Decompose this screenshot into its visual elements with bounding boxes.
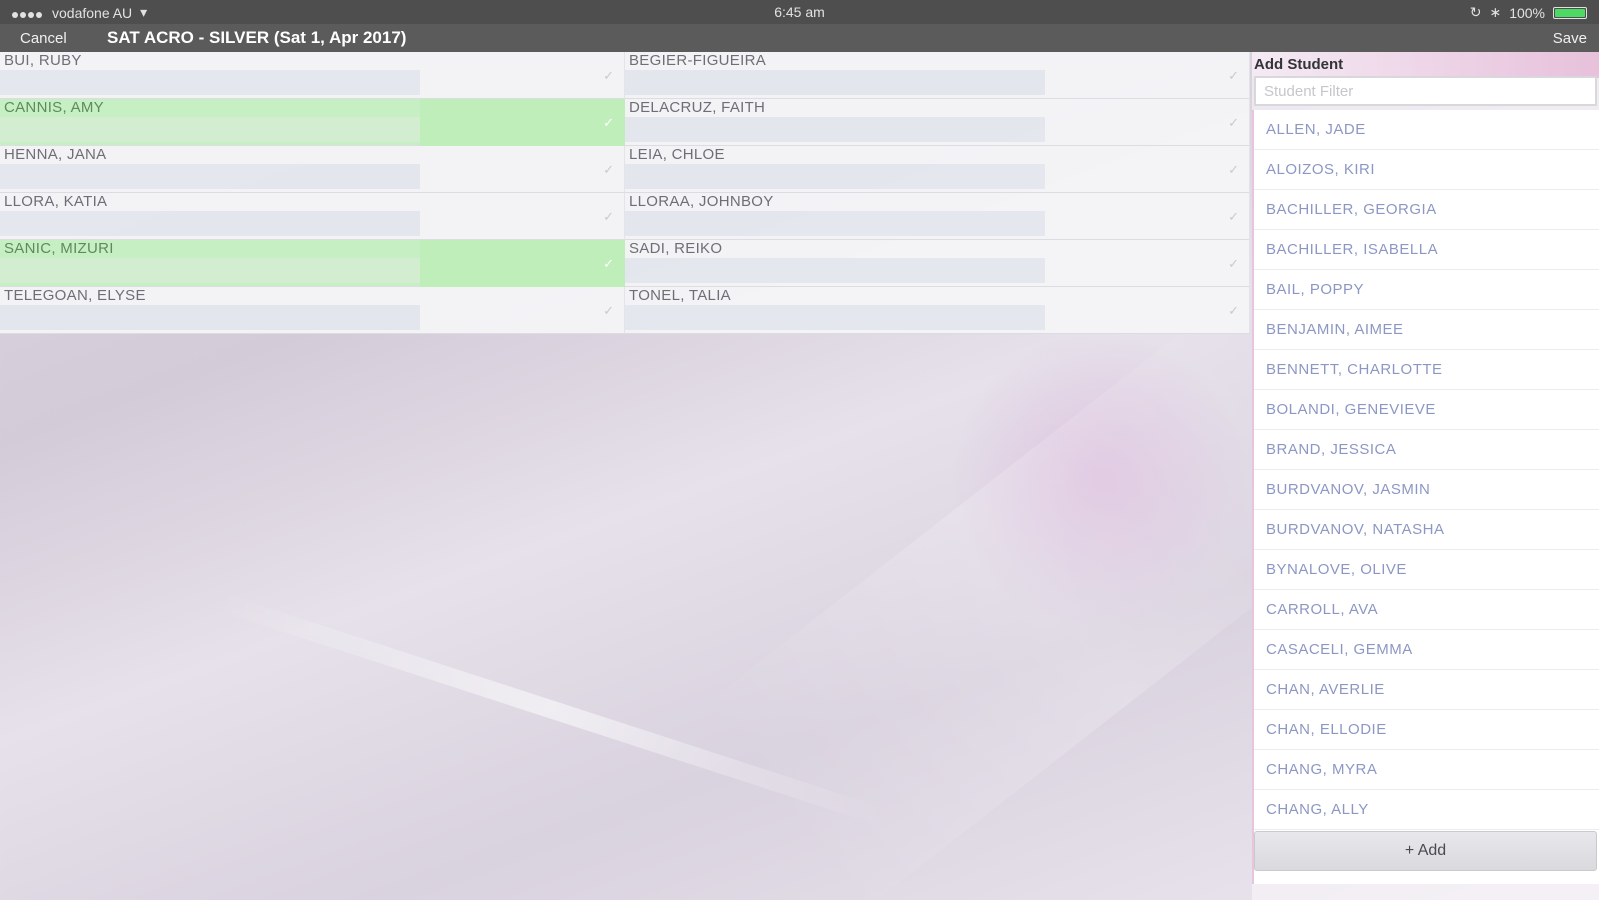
student-row[interactable]: TONEL, TALIA ✓ xyxy=(625,287,1250,334)
student-filter-input[interactable] xyxy=(1254,76,1597,106)
student-row[interactable]: LLORAA, JOHNBOY ✓ xyxy=(625,193,1250,240)
checkmark-icon[interactable]: ✓ xyxy=(1228,303,1239,319)
student-list-item[interactable]: CHANG, ALLY xyxy=(1254,790,1599,830)
student-name: LLORAA, JOHNBOY xyxy=(629,193,774,210)
student-attendance-grid: BUI, RUBY ✓ BEGIER-FIGUEIRA ✓ CANNIS, AMY ✓ DE… xyxy=(0,52,1250,334)
student-name: TELEGOAN, ELYSE xyxy=(4,287,146,304)
student-row[interactable]: BUI, RUBY ✓ xyxy=(0,52,625,99)
student-name: SANIC, MIZURI xyxy=(4,240,114,257)
student-note-field[interactable] xyxy=(0,258,420,283)
student-row[interactable]: LLORA, KATIA ✓ xyxy=(0,193,625,240)
student-name: LLORA, KATIA xyxy=(4,193,108,210)
student-name: HENNA, JANA xyxy=(4,146,107,163)
student-list-item[interactable]: ALOIZOS, KIRI xyxy=(1254,150,1599,190)
student-row[interactable]: LEIA, CHLOE ✓ xyxy=(625,146,1250,193)
rotation-lock-icon: ↻ xyxy=(1469,4,1482,20)
student-row[interactable]: HENNA, JANA ✓ xyxy=(0,146,625,193)
checkmark-icon[interactable]: ✓ xyxy=(1228,162,1239,178)
student-list-item[interactable]: CHANG, MYRA xyxy=(1254,750,1599,790)
student-list-item[interactable]: BAIL, POPPY xyxy=(1254,270,1599,310)
checkmark-icon[interactable]: ✓ xyxy=(603,115,614,131)
student-list-item[interactable]: BYNALOVE, OLIVE xyxy=(1254,550,1599,590)
status-bar: vodafone AU ▾ 6:45 am ↻ ∗ 100% xyxy=(0,0,1599,24)
student-list-item[interactable]: CARROLL, AVA xyxy=(1254,590,1599,630)
bluetooth-icon: ∗ xyxy=(1489,4,1502,20)
student-list-item[interactable]: BENJAMIN, AIMEE xyxy=(1254,310,1599,350)
battery-fill xyxy=(1555,8,1585,17)
student-row[interactable]: SADI, REIKO ✓ xyxy=(625,240,1250,287)
student-list-item[interactable]: CHAN, ELLODIE xyxy=(1254,710,1599,750)
nav-bar: Cancel SAT ACRO - SILVER (Sat 1, Apr 201… xyxy=(0,24,1599,52)
student-note-field[interactable] xyxy=(0,70,420,95)
student-list-item[interactable]: BACHILLER, ISABELLA xyxy=(1254,230,1599,270)
student-list-item[interactable]: ALLEN, JADE xyxy=(1254,110,1599,150)
battery-percent: 100% xyxy=(1509,4,1545,21)
student-name: DELACRUZ, FAITH xyxy=(629,99,766,116)
student-name: BUI, RUBY xyxy=(4,52,82,69)
background-glow xyxy=(950,330,1250,630)
present-highlight xyxy=(420,240,625,287)
student-row[interactable]: SANIC, MIZURI ✓ xyxy=(0,240,625,287)
student-list-item[interactable]: CASACELI, GEMMA xyxy=(1254,630,1599,670)
cancel-button[interactable]: Cancel xyxy=(20,26,67,51)
student-row[interactable]: BEGIER-FIGUEIRA ✓ xyxy=(625,52,1250,99)
student-list-item[interactable]: BURDVANOV, JASMIN xyxy=(1254,470,1599,510)
student-list-item[interactable]: BENNETT, CHARLOTTE xyxy=(1254,350,1599,390)
checkmark-icon[interactable]: ✓ xyxy=(603,256,614,272)
student-note-field[interactable] xyxy=(0,164,420,189)
checkmark-icon[interactable]: ✓ xyxy=(1228,68,1239,84)
add-student-header: Add Student xyxy=(1252,52,1599,78)
checkmark-icon[interactable]: ✓ xyxy=(603,162,614,178)
checkmark-icon[interactable]: ✓ xyxy=(1228,115,1239,131)
student-name: SADI, REIKO xyxy=(629,240,723,257)
student-note-field[interactable] xyxy=(625,164,1045,189)
checkmark-icon[interactable]: ✓ xyxy=(1228,209,1239,225)
add-student-title: Add Student xyxy=(1254,56,1344,73)
student-note-field[interactable] xyxy=(0,305,420,330)
student-list-item[interactable]: BOLANDI, GENEVIEVE xyxy=(1254,390,1599,430)
checkmark-icon[interactable]: ✓ xyxy=(603,209,614,225)
student-note-field[interactable] xyxy=(0,211,420,236)
status-time: 6:45 am xyxy=(774,4,825,20)
student-note-field[interactable] xyxy=(625,305,1045,330)
student-name: LEIA, CHLOE xyxy=(629,146,725,163)
battery-icon xyxy=(1553,6,1587,19)
student-note-field[interactable] xyxy=(625,70,1045,95)
page-title: SAT ACRO - SILVER (Sat 1, Apr 2017) xyxy=(107,28,407,47)
checkmark-icon[interactable]: ✓ xyxy=(603,68,614,84)
checkmark-icon[interactable]: ✓ xyxy=(603,303,614,319)
student-note-field[interactable] xyxy=(625,211,1045,236)
checkmark-icon[interactable]: ✓ xyxy=(1228,256,1239,272)
present-highlight xyxy=(420,99,625,146)
student-list-item[interactable]: BACHILLER, GEORGIA xyxy=(1254,190,1599,230)
student-name: CANNIS, AMY xyxy=(4,99,104,116)
status-right: ↻ ∗ 100% xyxy=(1470,4,1587,21)
add-student-button[interactable]: + Add xyxy=(1254,831,1597,871)
student-note-field[interactable] xyxy=(625,117,1045,142)
student-name: BEGIER-FIGUEIRA xyxy=(629,52,767,69)
background-streak xyxy=(214,592,886,826)
student-name: TONEL, TALIA xyxy=(629,287,731,304)
save-button[interactable]: Save xyxy=(1553,26,1587,51)
student-note-field[interactable] xyxy=(0,117,420,142)
student-list-item[interactable]: BURDVANOV, NATASHA xyxy=(1254,510,1599,550)
student-row[interactable]: TELEGOAN, ELYSE ✓ xyxy=(0,287,625,334)
student-row[interactable]: CANNIS, AMY ✓ xyxy=(0,99,625,146)
student-list-item[interactable]: BRAND, JESSICA xyxy=(1254,430,1599,470)
student-note-field[interactable] xyxy=(625,258,1045,283)
student-list-item[interactable]: CHAN, AVERLIE xyxy=(1254,670,1599,710)
student-row[interactable]: DELACRUZ, FAITH ✓ xyxy=(625,99,1250,146)
add-student-panel: Add Student ALLEN, JADEALOIZOS, KIRIBACH… xyxy=(1252,52,1599,900)
student-list[interactable]: ALLEN, JADE ALOIZOS, KIRI BACHILLER, GEORG… xyxy=(1252,110,1599,884)
